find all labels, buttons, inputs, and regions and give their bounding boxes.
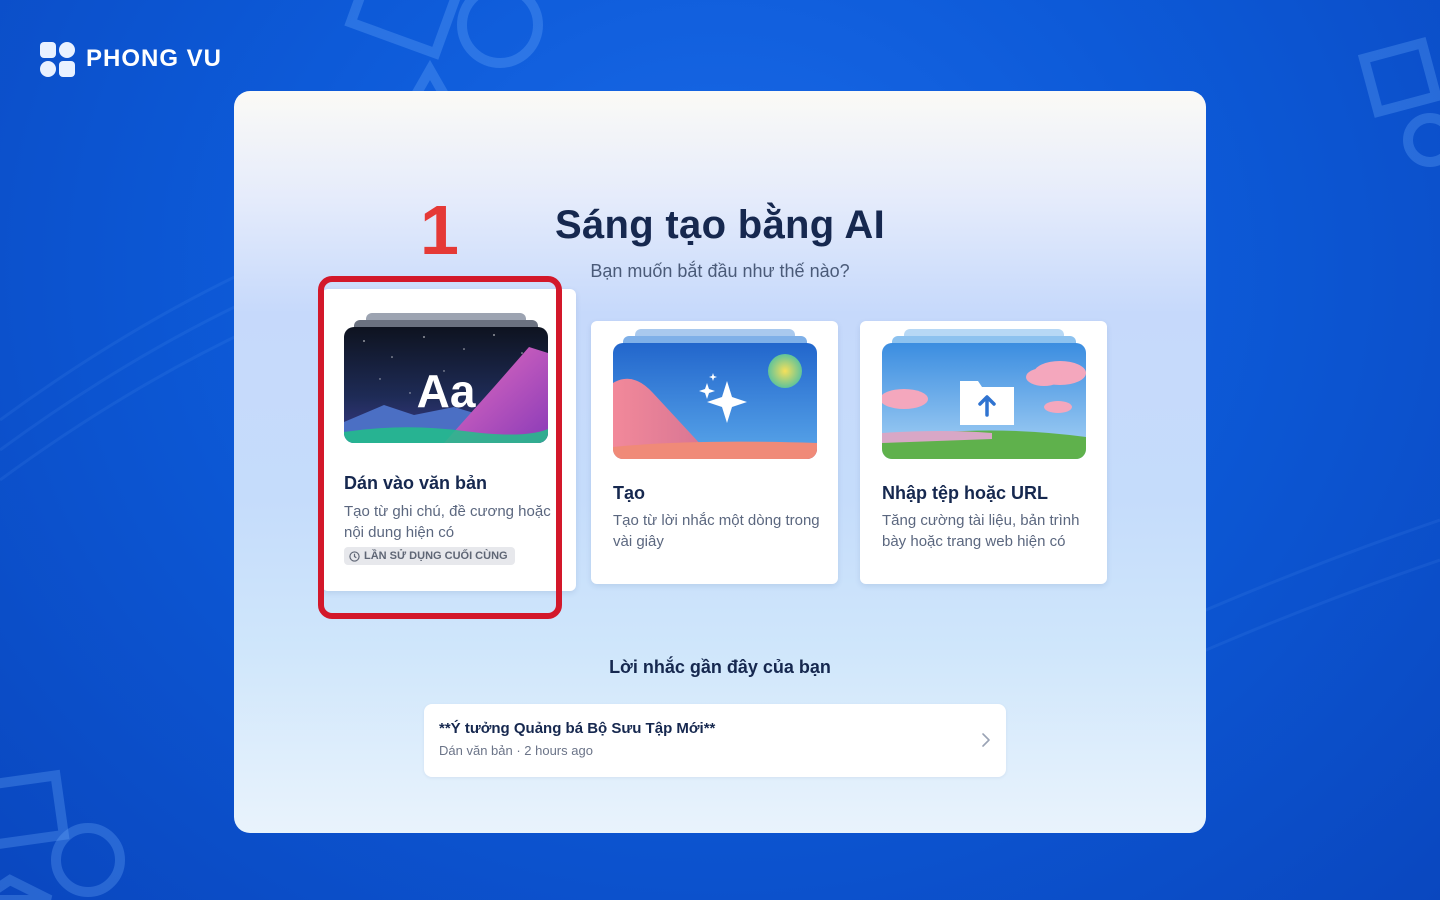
recent-prompt-item[interactable]: **Ý tưởng Quảng bá Bộ Sưu Tập Mới** Dán … (424, 704, 1006, 777)
import-file-title: Nhập tệp hoặc URL (882, 483, 1049, 503)
recent-prompts-heading: Lời nhắc gần đây của bạn (609, 657, 831, 677)
generate-thumbnail (613, 343, 817, 459)
generate-title: Tạo (613, 483, 646, 503)
recent-prompt-meta: Dán văn bản · 2 hours ago (439, 743, 593, 758)
import-file-description: Tăng cường tài liệu, bản trình bày hoặc … (882, 512, 1080, 550)
page-title: Sáng tạo bằng AI (555, 203, 885, 247)
import-file-card[interactable]: Nhập tệp hoặc URL Tăng cường tài liệu, b… (860, 321, 1107, 584)
brand-logo[interactable]: PHONG VU (38, 40, 222, 78)
generate-card[interactable]: Tạo Tạo từ lời nhắc một dòng trong vài g… (591, 321, 838, 584)
import-file-thumbnail (882, 343, 1086, 459)
logo-mark-icon (38, 40, 78, 78)
folder-upload-icon (960, 381, 1014, 425)
selection-highlight-box (318, 276, 562, 619)
chevron-right-icon (982, 733, 990, 747)
brand-name: PHONG VU (86, 45, 223, 72)
recent-prompt-title: **Ý tưởng Quảng bá Bộ Sưu Tập Mới** (439, 720, 716, 737)
generate-description: Tạo từ lời nhắc một dòng trong vài giây (613, 512, 820, 550)
